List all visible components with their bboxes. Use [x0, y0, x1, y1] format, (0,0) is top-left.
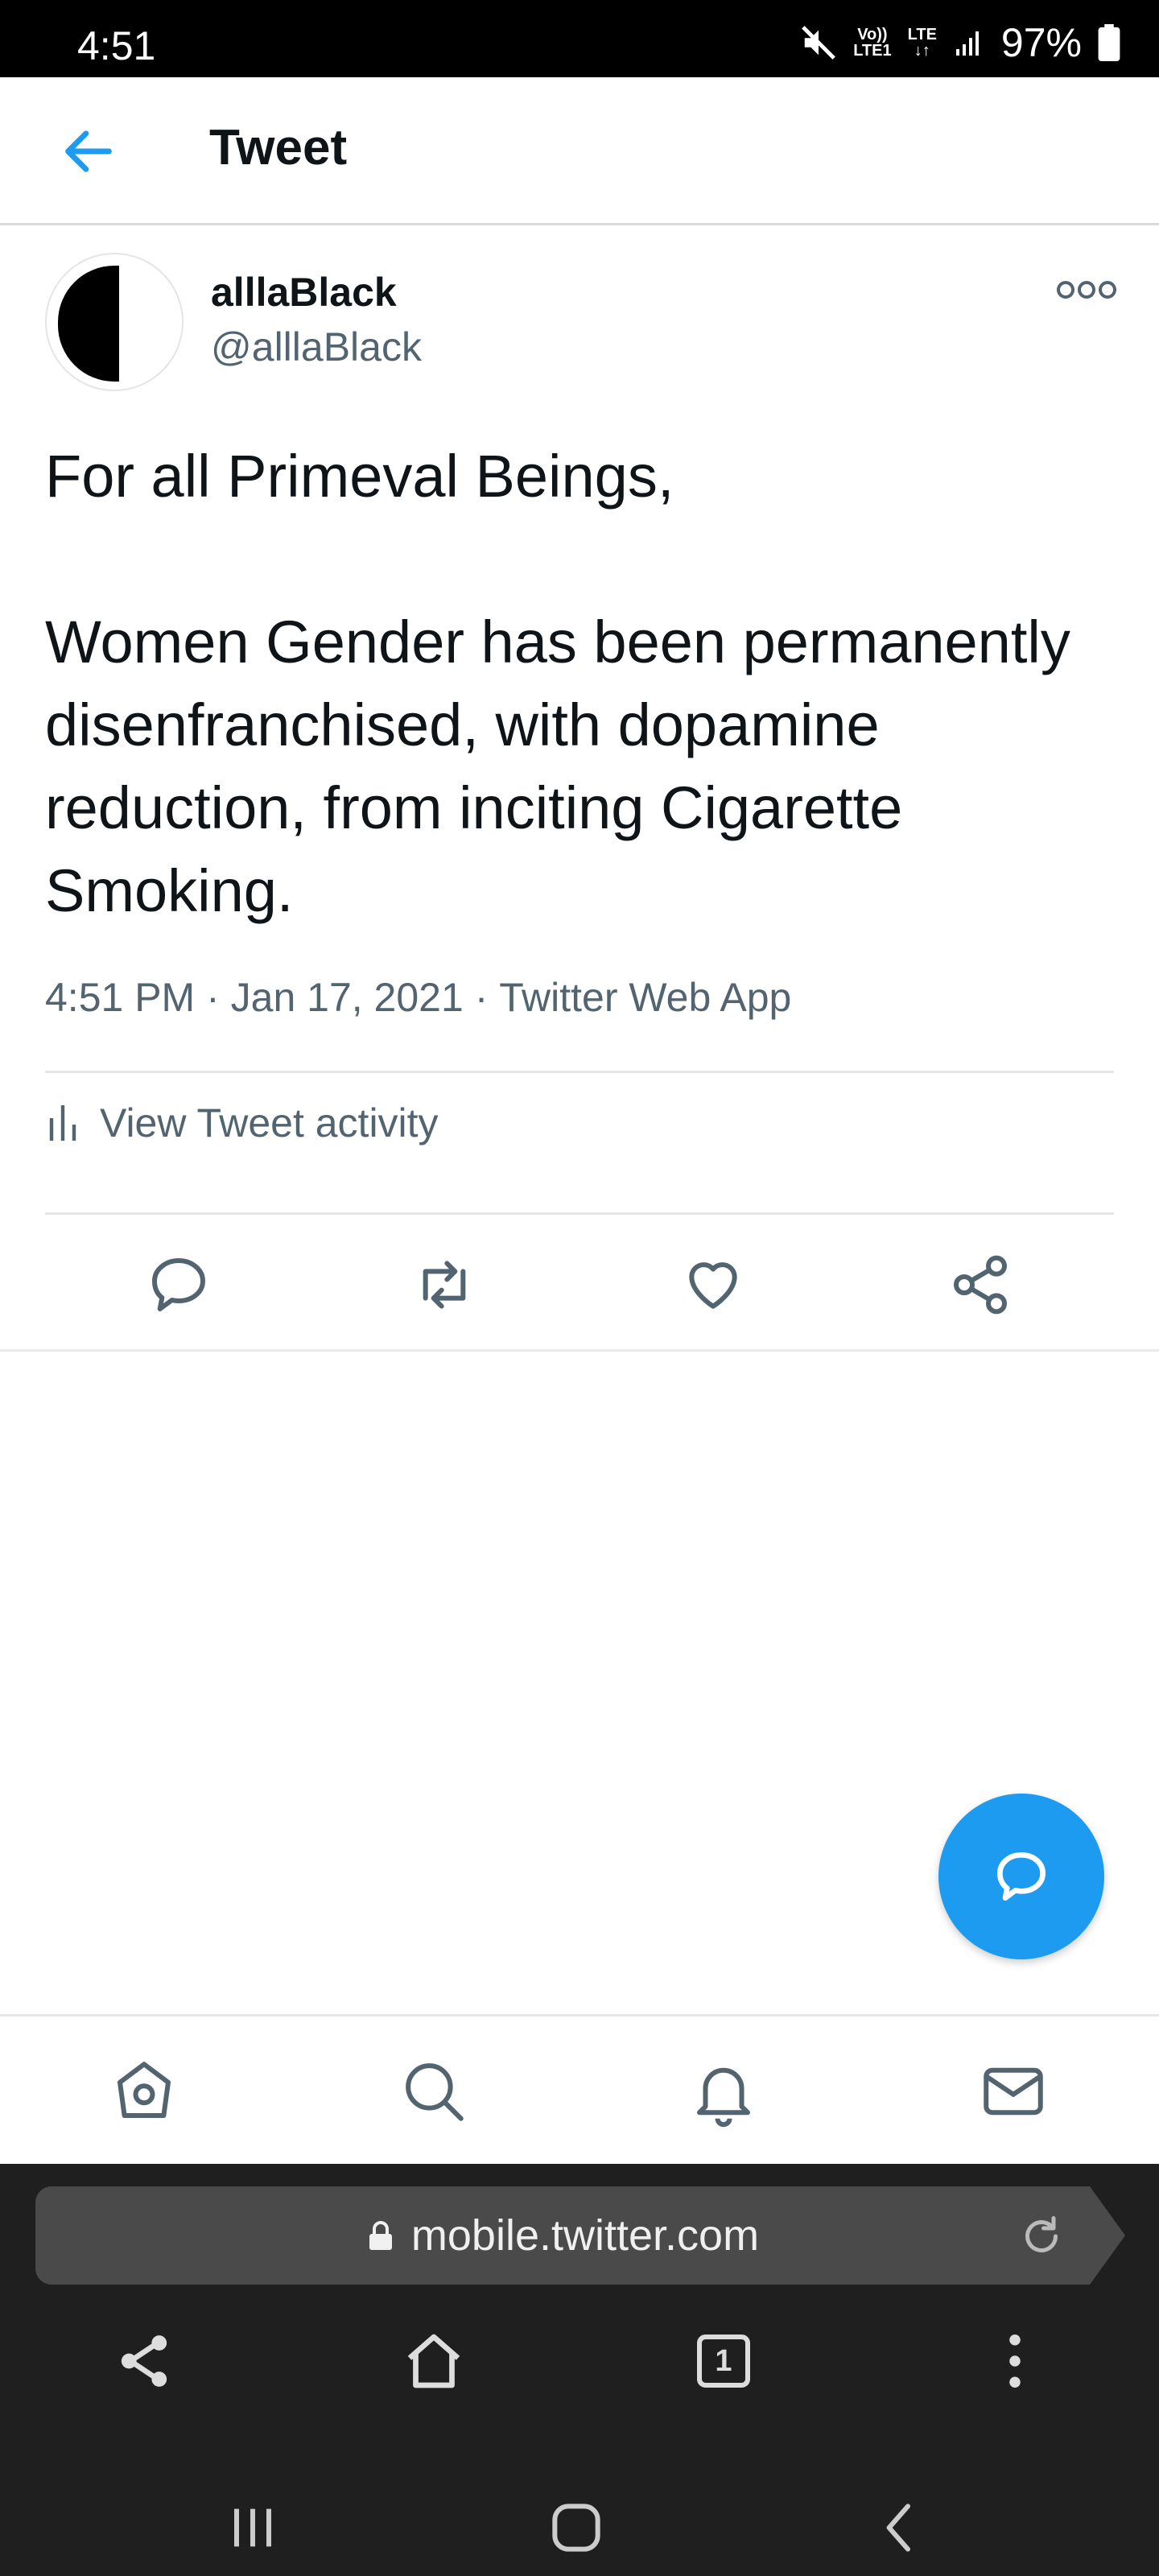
avatar-image	[58, 266, 119, 382]
meta-separator: ·	[463, 975, 500, 1020]
page-title: Tweet	[209, 120, 348, 175]
share-icon[interactable]	[948, 1253, 1013, 1317]
browser-home-icon[interactable]	[398, 2325, 470, 2397]
recent-apps-icon[interactable]	[221, 2496, 285, 2560]
divider	[0, 1349, 1159, 1352]
address-bar-arrow	[1090, 2186, 1125, 2285]
volte-label: Vo)) LTE1	[853, 26, 892, 60]
home-icon[interactable]	[108, 2055, 180, 2128]
system-back-icon[interactable]	[868, 2496, 932, 2560]
back-arrow-icon[interactable]	[58, 121, 119, 182]
app-header: Tweet	[0, 77, 1159, 225]
retweet-icon[interactable]	[412, 1253, 476, 1317]
author-handle[interactable]: @alllaBlack	[211, 324, 422, 370]
lock-icon	[369, 2221, 392, 2250]
view-activity-link[interactable]: View Tweet activity	[45, 1100, 439, 1146]
browser-menu-icon[interactable]	[979, 2325, 1051, 2397]
reply-icon[interactable]	[146, 1253, 211, 1317]
tabs-button[interactable]: 1	[687, 2325, 760, 2397]
tweet-date[interactable]: Jan 17, 2021	[231, 974, 464, 1021]
tweet-text: For all Primeval Beings, Women Gender ha…	[45, 435, 1107, 932]
url-text: mobile.twitter.com	[410, 2211, 760, 2260]
divider	[45, 1071, 1114, 1073]
notifications-bell-icon[interactable]	[687, 2055, 760, 2128]
tweet-actions	[0, 1236, 1159, 1333]
reply-bubble-icon	[997, 1852, 1046, 1901]
tweet-text-paragraph-2: Women Gender has been permanently disenf…	[45, 609, 1070, 924]
activity-chart-icon	[49, 1105, 76, 1141]
avatar[interactable]	[45, 253, 184, 391]
reload-icon[interactable]	[1017, 2212, 1066, 2260]
status-icons: Vo)) LTE1 LTE ↓↑ 97%	[800, 19, 1120, 66]
share-icon[interactable]	[108, 2325, 180, 2397]
like-heart-icon[interactable]	[681, 1253, 745, 1317]
search-icon[interactable]	[398, 2055, 470, 2128]
messages-envelope-icon[interactable]	[977, 2055, 1050, 2128]
mute-icon	[802, 26, 836, 60]
view-activity-label: View Tweet activity	[100, 1100, 439, 1146]
meta-separator: ·	[195, 975, 231, 1020]
lte-label: LTE ↓↑	[907, 26, 937, 60]
address-bar[interactable]: mobile.twitter.com	[35, 2186, 1090, 2285]
author-name[interactable]: alllaBlack	[211, 269, 397, 316]
divider	[45, 1212, 1114, 1215]
tab-count: 1	[715, 2343, 732, 2378]
status-time: 4:51	[77, 23, 156, 68]
browser-chrome: mobile.twitter.com 1	[0, 2164, 1159, 2576]
battery-icon	[1098, 24, 1120, 61]
tweet-meta: 4:51 PM · Jan 17, 2021 · Twitter Web App	[45, 974, 791, 1021]
tweet-text-line-1: For all Primeval Beings,	[45, 443, 674, 510]
tweet-time[interactable]: 4:51 PM	[45, 974, 195, 1021]
tweet-source[interactable]: Twitter Web App	[499, 974, 791, 1021]
more-options-icon[interactable]	[1054, 274, 1119, 306]
battery-percent: 97%	[1000, 20, 1082, 65]
system-home-icon[interactable]	[544, 2496, 608, 2560]
status-bar: 4:51 Vo)) LTE1 LTE ↓↑ 97%	[0, 0, 1159, 77]
compose-reply-button[interactable]	[938, 1794, 1104, 1959]
bottom-nav	[0, 2014, 1159, 2164]
signal-icon	[955, 31, 979, 56]
